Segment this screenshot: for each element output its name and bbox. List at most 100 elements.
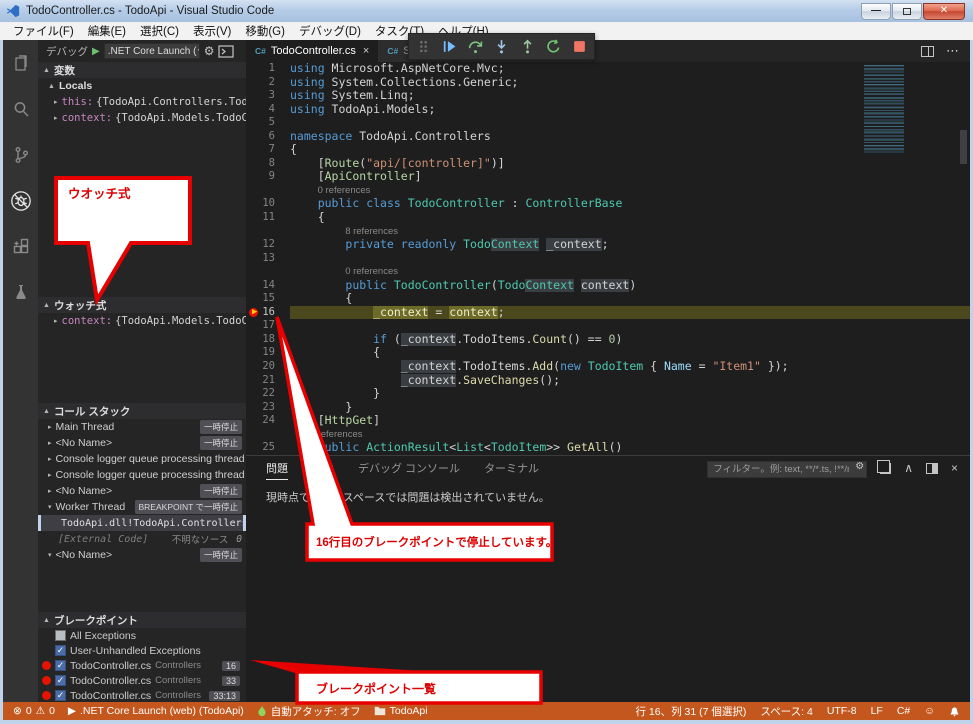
breakpoint-row[interactable]: All Exceptions xyxy=(38,628,246,643)
gutter[interactable]: 18 xyxy=(246,333,290,347)
panel-tab-デバッグ コンソール[interactable]: デバッグ コンソール xyxy=(358,456,460,480)
breakpoint-checkbox[interactable]: ✓ xyxy=(55,645,66,656)
callstack-section-header[interactable]: ▲コール スタック xyxy=(38,403,246,419)
breakpoint-checkbox[interactable]: ✓ xyxy=(55,660,66,671)
panel-tab-ターミナル[interactable]: ターミナル xyxy=(484,456,539,480)
gutter[interactable]: 21 xyxy=(246,374,290,388)
drag-handle-icon[interactable] xyxy=(416,39,431,54)
panel-tab-出力[interactable]: 出力 xyxy=(312,456,334,480)
locals-scope-row[interactable]: ▲Locals xyxy=(38,78,246,94)
maximize-button[interactable] xyxy=(892,3,922,20)
tab-todocontroller[interactable]: C# TodoController.cs × xyxy=(246,40,378,62)
gutter[interactable]: 3 xyxy=(246,89,290,103)
launch-config-select[interactable]: .NET Core Launch ( ▼ xyxy=(104,43,200,59)
gutter[interactable]: 2 xyxy=(246,76,290,90)
menu-item[interactable]: ファイル(F) xyxy=(6,22,81,40)
step-out-icon[interactable] xyxy=(520,39,535,54)
gutter[interactable]: 17 xyxy=(246,319,290,333)
gutter[interactable]: 9 xyxy=(246,170,290,184)
gutter[interactable]: 1 xyxy=(246,62,290,76)
minimize-button[interactable]: — xyxy=(861,3,891,20)
gutter[interactable] xyxy=(246,428,290,442)
gutter[interactable]: 11 xyxy=(246,211,290,225)
language-mode[interactable]: C# xyxy=(897,705,910,717)
breakpoint-row[interactable]: ✓TodoController.csControllers33:13 xyxy=(38,688,246,702)
gutter[interactable] xyxy=(246,184,290,198)
start-debugging-icon[interactable]: ▶ xyxy=(92,46,100,57)
minimap[interactable] xyxy=(864,65,904,153)
close-tab-icon[interactable]: × xyxy=(361,45,369,57)
split-editor-icon[interactable] xyxy=(921,46,934,57)
breakpoint-checkbox[interactable] xyxy=(55,630,66,641)
gutter[interactable] xyxy=(246,265,290,279)
menu-item[interactable]: デバッグ(D) xyxy=(292,22,368,40)
close-panel-icon[interactable]: × xyxy=(951,462,958,474)
panel-position-icon[interactable] xyxy=(926,463,938,474)
menu-item[interactable]: 移動(G) xyxy=(238,22,292,40)
gutter[interactable] xyxy=(246,225,290,239)
gutter[interactable]: 5 xyxy=(246,116,290,130)
external-code-row[interactable]: [External Code]不明なソース0 xyxy=(38,531,246,547)
feedback-smiley-icon[interactable]: ☺ xyxy=(924,705,935,717)
restart-icon[interactable] xyxy=(546,39,561,54)
callstack-thread[interactable]: ▸<No Name>一時停止 xyxy=(38,483,246,499)
menu-item[interactable]: 編集(E) xyxy=(81,22,133,40)
folder-status[interactable]: TodoApi xyxy=(374,705,428,717)
callstack-thread[interactable]: ▾Worker ThreadBREAKPOINT で一時停止 xyxy=(38,499,246,515)
menu-item[interactable]: 選択(C) xyxy=(133,22,186,40)
debug-console-icon[interactable] xyxy=(218,45,234,58)
callstack-thread[interactable]: ▸<No Name>一時停止 xyxy=(38,435,246,451)
variable-row[interactable]: ▸this:{TodoApi.Controllers.TodoContro... xyxy=(38,94,246,110)
callstack-thread[interactable]: ▸Console logger queue processing thread一… xyxy=(38,451,246,467)
stop-icon[interactable] xyxy=(572,39,587,54)
variables-section-header[interactable]: ▲変数 xyxy=(38,62,246,78)
callstack-thread[interactable]: ▾<No Name>一時停止 xyxy=(38,547,246,563)
breakpoint-row[interactable]: ✓TodoController.csControllers16 xyxy=(38,658,246,673)
close-button[interactable]: ✕ xyxy=(923,3,965,20)
debug-icon[interactable] xyxy=(10,190,32,212)
maximize-panel-icon[interactable]: ∧ xyxy=(904,462,913,474)
gutter[interactable]: ▶16 xyxy=(246,306,290,320)
breakpoint-checkbox[interactable]: ✓ xyxy=(55,690,66,701)
indentation[interactable]: スペース: 4 xyxy=(760,704,812,719)
configure-gear-icon[interactable]: ⚙ xyxy=(204,44,215,58)
explorer-icon[interactable] xyxy=(10,52,32,74)
breakpoints-section-header[interactable]: ▲ブレークポイント xyxy=(38,612,246,628)
cursor-position[interactable]: 行 16、列 31 (7 個選択) xyxy=(636,704,747,719)
more-actions-icon[interactable]: ⋯ xyxy=(946,43,960,59)
gutter[interactable]: 15 xyxy=(246,292,290,306)
watch-row[interactable]: ▸context:{TodoApi.Models.TodoContext} xyxy=(38,313,246,329)
search-icon[interactable] xyxy=(10,98,32,120)
extensions-icon[interactable] xyxy=(10,236,32,258)
gutter[interactable]: 4 xyxy=(246,103,290,117)
code-editor[interactable]: 1using Microsoft.AspNetCore.Mvc;2using S… xyxy=(246,62,970,455)
problems-status[interactable]: ⊗0⚠0 xyxy=(13,705,55,717)
panel-tab-問題[interactable]: 問題 xyxy=(266,456,288,480)
callstack-thread[interactable]: ▸Main Thread一時停止 xyxy=(38,419,246,435)
callstack-thread[interactable]: ▸Console logger queue processing thread一… xyxy=(38,467,246,483)
continue-icon[interactable] xyxy=(442,39,457,54)
gutter[interactable]: 7 xyxy=(246,143,290,157)
gutter[interactable]: 8 xyxy=(246,157,290,171)
copy-icon[interactable] xyxy=(880,463,891,474)
gutter[interactable]: 14 xyxy=(246,279,290,293)
gutter[interactable]: 13 xyxy=(246,252,290,266)
watch-section-header[interactable]: ▲ウォッチ式 xyxy=(38,297,246,313)
filter-icon[interactable]: ⚙ xyxy=(855,461,864,472)
gutter[interactable]: 24 xyxy=(246,414,290,428)
encoding[interactable]: UTF-8 xyxy=(827,705,857,717)
step-into-icon[interactable] xyxy=(494,39,509,54)
breakpoint-row[interactable]: ✓User-Unhandled Exceptions xyxy=(38,643,246,658)
gutter[interactable]: 23 xyxy=(246,401,290,415)
auto-attach-status[interactable]: 自動アタッチ: オフ xyxy=(257,704,361,719)
gutter[interactable]: 20 xyxy=(246,360,290,374)
test-explorer-icon[interactable] xyxy=(10,282,32,304)
breakpoint-row[interactable]: ✓TodoController.csControllers33 xyxy=(38,673,246,688)
stack-frame[interactable]: TodoApi.dll!TodoApi.Controllers.TodoCo xyxy=(38,515,246,531)
gutter[interactable]: 19 xyxy=(246,346,290,360)
step-over-icon[interactable] xyxy=(468,39,483,54)
variable-row[interactable]: ▸context:{TodoApi.Models.TodoContext} xyxy=(38,110,246,126)
eol[interactable]: LF xyxy=(871,705,883,717)
gutter[interactable]: 10 xyxy=(246,197,290,211)
breakpoint-checkbox[interactable]: ✓ xyxy=(55,675,66,686)
